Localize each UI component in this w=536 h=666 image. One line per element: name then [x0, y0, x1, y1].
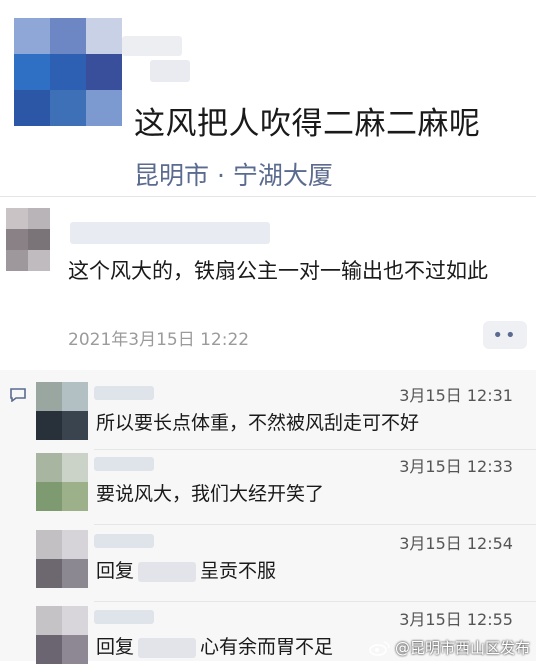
- watermark: @昆明市西山区发布: [369, 637, 530, 658]
- reply-text: 回复 心有余而胃不足: [96, 632, 333, 659]
- reply-text: 回复 呈贡不服: [96, 556, 276, 583]
- more-options-button[interactable]: ••: [483, 321, 527, 349]
- watermark-text: @昆明市西山区发布: [394, 639, 530, 657]
- blurred-reply-name: [94, 386, 154, 400]
- post-location[interactable]: 昆明市 · 宁湖大厦: [134, 156, 333, 192]
- reply-item[interactable]: 3月15日 12:54 回复 呈贡不服: [36, 530, 536, 602]
- blurred-mention: [138, 561, 197, 582]
- reply-item[interactable]: 3月15日 12:31 所以要长点体重，不然被风刮走可不好: [36, 382, 536, 450]
- reply-time: 3月15日 12:54: [399, 534, 513, 553]
- reply-avatar[interactable]: [36, 382, 88, 440]
- blurred-reply-name: [94, 534, 154, 548]
- comment-bubble-icon: [10, 388, 26, 402]
- post-avatar[interactable]: [14, 18, 122, 126]
- blurred-username: [122, 36, 182, 56]
- reply-time: 3月15日 12:31: [399, 386, 513, 405]
- reply-divider: [94, 524, 536, 525]
- reply-divider: [94, 449, 536, 450]
- more-icon: ••: [492, 324, 518, 346]
- blurred-reply-name: [94, 457, 154, 471]
- comment-text: 这个风大的，铁扇公主一对一输出也不过如此: [68, 259, 488, 283]
- reply-avatar[interactable]: [36, 606, 88, 664]
- reply-prefix: 回复: [96, 636, 135, 658]
- reply-avatar[interactable]: [36, 530, 88, 588]
- divider: [0, 196, 536, 197]
- reply-text: 所以要长点体重，不然被风刮走可不好: [96, 412, 420, 434]
- reply-divider: [94, 601, 536, 602]
- reply-prefix: 回复: [96, 560, 135, 582]
- reply-content: 呈贡不服: [200, 560, 277, 582]
- reply-time: 3月15日 12:55: [399, 610, 513, 629]
- reply-item[interactable]: 3月15日 12:33 要说风大，我们大经开笑了: [36, 453, 536, 525]
- blurred-mention: [138, 637, 197, 658]
- reply-time: 3月15日 12:33: [399, 457, 513, 476]
- reply-text: 要说风大，我们大经开笑了: [96, 483, 325, 505]
- blurred-commenter-name: [70, 222, 270, 244]
- blurred-username-2: [150, 60, 190, 82]
- blurred-reply-name: [94, 610, 154, 624]
- reply-avatar[interactable]: [36, 453, 88, 511]
- reply-content: 心有余而胃不足: [200, 636, 334, 658]
- post-text: 这风把人吹得二麻二麻呢: [134, 106, 481, 142]
- comment-time: 2021年3月15日 12:22: [68, 330, 250, 350]
- weibo-logo-icon: [369, 640, 390, 656]
- commenter-avatar[interactable]: [6, 208, 50, 271]
